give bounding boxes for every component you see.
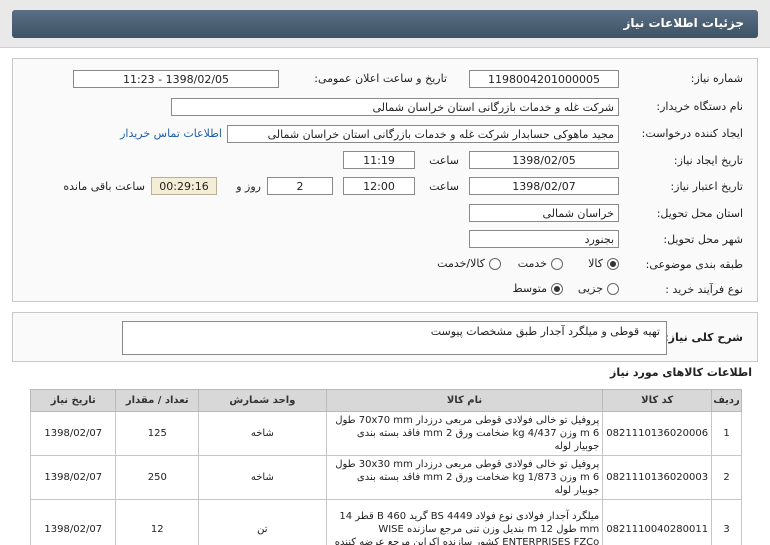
process-option-minor[interactable]: جزیی [578, 282, 619, 295]
days-label: روز و [236, 180, 261, 193]
created-time-field: 11:19 [343, 151, 415, 169]
need-number-field: 1198004201000005 [469, 70, 619, 88]
province-label: استان محل تحویل: [656, 207, 743, 220]
validity-date-field: 1398/02/07 [469, 177, 619, 195]
row-date: 1398/02/07 [29, 455, 117, 500]
created-date-label: تاریخ ایجاد نیاز: [673, 154, 743, 167]
column-header-date: تاریخ نیاز [29, 389, 117, 412]
top-bar: جزئیات اطلاعات نیاز [0, 0, 770, 48]
description-section: شرح کلی نیاز: تهیه قوطی و میلگرد آجدار ط… [12, 312, 758, 362]
validity-label: تاریخ اعتبار نیاز: [670, 180, 743, 193]
requester-label: ایجاد کننده درخواست: [641, 127, 743, 140]
table-row[interactable]: 1 0821110136020006 پروفیل تو خالی فولادی… [29, 411, 742, 456]
category-label: طبقه بندی موضوعی: [645, 258, 743, 271]
created-date-field: 1398/02/05 [469, 151, 619, 169]
radio-empty-icon [489, 257, 501, 270]
row-index: 1 [711, 411, 742, 456]
announce-label: تاریخ و ساعت اعلان عمومی: [314, 72, 447, 85]
days-field: 2 [267, 177, 333, 195]
row-name: پروفیل تو خالی فولادی قوطی مربعی درزدار … [325, 455, 604, 500]
announce-field: 1398/02/05 - 11:23 [73, 70, 279, 88]
column-header-unit: واحد شمارش [198, 389, 327, 412]
table-header-row: ردیف کد کالا نام کالا واحد شمارش تعداد /… [29, 389, 742, 412]
requester-field: مجید ماهوکی حسابدار شرکت غله و خدمات باز… [227, 125, 619, 143]
city-label: شهر محل تحویل: [663, 233, 743, 246]
table-row[interactable]: 2 0821110136020003 پروفیل تو خالی فولادی… [29, 455, 742, 500]
row-qty: 125 [115, 411, 200, 456]
row-unit: تن [198, 499, 327, 545]
items-table: ردیف کد کالا نام کالا واحد شمارش تعداد /… [29, 389, 742, 545]
row-name: میلگرد آجدار فولادی نوع فولاد BS 4449 گر… [325, 499, 604, 545]
validity-time-label: ساعت [429, 180, 459, 193]
process-option-medium[interactable]: متوسط [512, 282, 563, 295]
row-date: 1398/02/07 [29, 499, 117, 545]
radio-selected-icon [551, 282, 563, 295]
row-index: 3 [711, 499, 742, 545]
created-time-label: ساعت [429, 154, 459, 167]
row-unit: شاخه [198, 411, 327, 456]
column-header-index: ردیف [711, 389, 742, 412]
row-code: 0821110136020006 [602, 411, 713, 456]
column-header-qty: تعداد / مقدار [115, 389, 200, 412]
remaining-time-field: 00:29:16 [151, 177, 217, 195]
buyer-contact-link[interactable]: اطلاعات تماس خریدار [120, 127, 222, 140]
row-name: پروفیل تو خالی فولادی قوطی مربعی درزدار … [325, 411, 604, 456]
description-label: شرح کلی نیاز: [664, 331, 743, 344]
radio-selected-icon [607, 257, 619, 270]
page-title: جزئیات اطلاعات نیاز [12, 10, 758, 38]
remaining-label: ساعت باقی مانده [63, 180, 145, 193]
province-field: خراسان شمالی [469, 204, 619, 222]
description-field: تهیه قوطی و میلگرد آجدار طبق مشخصات پیوس… [122, 321, 667, 355]
radio-empty-icon [607, 282, 619, 295]
row-index: 2 [711, 455, 742, 500]
row-date: 1398/02/07 [29, 411, 117, 456]
column-header-name: نام کالا [325, 389, 604, 412]
column-header-code: کد کالا [602, 389, 713, 412]
row-code: 0821110040280011 [602, 499, 713, 545]
need-details-form: شماره نیاز: 1198004201000005 تاریخ و ساع… [12, 58, 758, 302]
validity-time-field: 12:00 [343, 177, 415, 195]
category-option-service[interactable]: خدمت [518, 257, 563, 270]
process-label: نوع فرآیند خرید : [665, 283, 743, 296]
category-option-goods-service[interactable]: کالا/خدمت [437, 257, 501, 270]
radio-empty-icon [551, 257, 563, 270]
row-unit: شاخه [198, 455, 327, 500]
buyer-org-label: نام دستگاه خریدار: [656, 100, 743, 113]
need-number-label: شماره نیاز: [690, 72, 743, 85]
category-option-goods[interactable]: کالا [588, 257, 619, 270]
row-code: 0821110136020003 [602, 455, 713, 500]
items-section-title: اطلاعات کالاهای مورد نیاز [610, 366, 752, 379]
row-qty: 250 [115, 455, 200, 500]
row-qty: 12 [115, 499, 200, 545]
city-field: بجنورد [469, 230, 619, 248]
buyer-org-field: شرکت غله و خدمات بازرگانی استان خراسان ش… [171, 98, 619, 116]
table-row[interactable]: 3 0821110040280011 میلگرد آجدار فولادی ن… [29, 499, 742, 545]
